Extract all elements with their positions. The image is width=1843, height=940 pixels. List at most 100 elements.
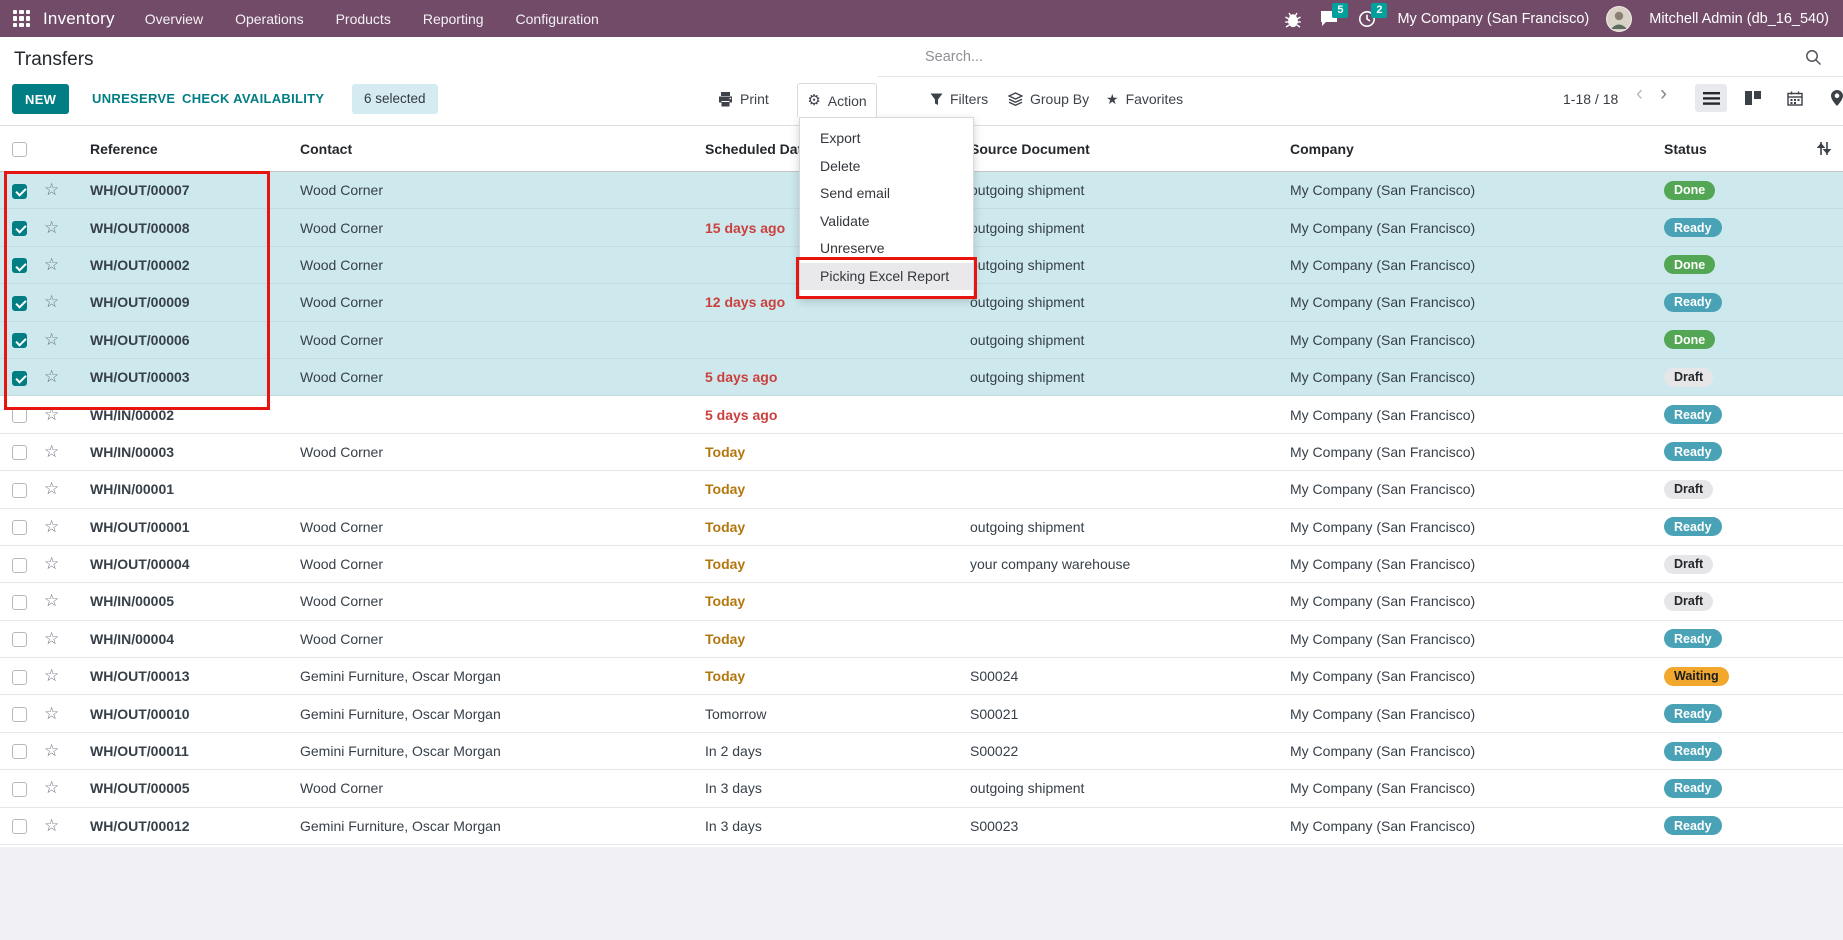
- check-availability-button[interactable]: CHECK AVAILABILITY: [182, 84, 324, 114]
- action-menu-item-delete[interactable]: Delete: [800, 153, 973, 181]
- column-header-source-document[interactable]: Source Document: [965, 126, 1285, 172]
- avatar[interactable]: [1606, 6, 1632, 32]
- app-name[interactable]: Inventory: [43, 9, 115, 29]
- status-badge: Ready: [1664, 704, 1722, 723]
- nav-item-operations[interactable]: Operations: [235, 11, 303, 27]
- row-checkbox[interactable]: [12, 445, 27, 460]
- row-checkbox[interactable]: [12, 595, 27, 610]
- column-header-company[interactable]: Company: [1285, 126, 1655, 172]
- star-icon[interactable]: ☆: [44, 218, 59, 237]
- search-bar[interactable]: Search...: [878, 40, 1843, 77]
- table-row[interactable]: ☆ WH/OUT/00010 Gemini Furniture, Oscar M…: [0, 695, 1843, 732]
- nav-item-configuration[interactable]: Configuration: [516, 11, 599, 27]
- star-icon[interactable]: ☆: [44, 554, 59, 573]
- table-row[interactable]: ☆ WH/OUT/00012 Gemini Furniture, Oscar M…: [0, 807, 1843, 844]
- group-by-button[interactable]: Group By: [1008, 84, 1089, 114]
- column-header-status[interactable]: Status: [1655, 126, 1805, 172]
- row-checkbox[interactable]: [12, 296, 27, 311]
- calendar-view-icon[interactable]: [1779, 84, 1811, 112]
- star-icon[interactable]: ☆: [44, 367, 59, 386]
- row-checkbox[interactable]: [12, 333, 27, 348]
- table-row[interactable]: ☆ WH/OUT/00005 Wood Corner In 3 days out…: [0, 770, 1843, 807]
- search-input[interactable]: Search...: [925, 49, 983, 65]
- map-view-icon[interactable]: [1821, 84, 1843, 112]
- row-checkbox[interactable]: [12, 670, 27, 685]
- row-checkbox[interactable]: [12, 707, 27, 722]
- star-icon[interactable]: ☆: [44, 330, 59, 349]
- star-icon[interactable]: ☆: [44, 517, 59, 536]
- status-badge: Ready: [1664, 218, 1722, 237]
- row-checkbox[interactable]: [12, 558, 27, 573]
- star-icon[interactable]: ☆: [44, 704, 59, 723]
- row-reference: WH/OUT/00005: [78, 770, 300, 807]
- activities-icon[interactable]: 2: [1358, 9, 1380, 29]
- nav-item-overview[interactable]: Overview: [145, 11, 203, 27]
- row-checkbox[interactable]: [12, 632, 27, 647]
- table-row[interactable]: ☆ WH/OUT/00001 Wood Corner Today outgoin…: [0, 508, 1843, 545]
- column-header-reference[interactable]: Reference: [78, 126, 300, 172]
- table-row[interactable]: ☆ WH/OUT/00003 Wood Corner 5 days ago ou…: [0, 358, 1843, 395]
- messages-icon[interactable]: 5: [1319, 9, 1341, 29]
- optional-columns-icon[interactable]: [1805, 141, 1843, 156]
- filters-button[interactable]: Filters: [930, 84, 988, 114]
- action-button[interactable]: ⚙ Action: [797, 83, 877, 117]
- action-menu-item-export[interactable]: Export: [800, 125, 973, 153]
- row-checkbox[interactable]: [12, 819, 27, 834]
- star-icon[interactable]: ☆: [44, 479, 59, 498]
- select-all-checkbox[interactable]: [12, 142, 27, 157]
- row-checkbox[interactable]: [12, 744, 27, 759]
- nav-item-reporting[interactable]: Reporting: [423, 11, 484, 27]
- pager-previous-icon[interactable]: ‹: [1636, 82, 1643, 106]
- apps-menu-icon[interactable]: [13, 10, 30, 27]
- star-icon[interactable]: ☆: [44, 816, 59, 835]
- row-checkbox[interactable]: [12, 520, 27, 535]
- favorites-button[interactable]: ★ Favorites: [1106, 84, 1183, 114]
- star-icon[interactable]: ☆: [44, 292, 59, 311]
- row-checkbox[interactable]: [12, 483, 27, 498]
- company-switcher[interactable]: My Company (San Francisco): [1397, 11, 1589, 27]
- star-icon[interactable]: ☆: [44, 741, 59, 760]
- table-row[interactable]: ☆ WH/IN/00001 Today My Company (San Fran…: [0, 471, 1843, 508]
- table-row[interactable]: ☆ WH/IN/00003 Wood Corner Today My Compa…: [0, 433, 1843, 470]
- search-icon[interactable]: [1805, 49, 1822, 66]
- table-row[interactable]: ☆ WH/OUT/00013 Gemini Furniture, Oscar M…: [0, 658, 1843, 695]
- row-company: My Company (San Francisco): [1285, 209, 1655, 246]
- row-scheduled-date: Tomorrow: [705, 706, 766, 722]
- star-icon[interactable]: ☆: [44, 442, 59, 461]
- table-row[interactable]: ☆ WH/OUT/00011 Gemini Furniture, Oscar M…: [0, 732, 1843, 769]
- action-menu-item-unreserve[interactable]: Unreserve: [800, 235, 973, 263]
- row-checkbox[interactable]: [12, 371, 27, 386]
- star-icon[interactable]: ☆: [44, 405, 59, 424]
- star-icon[interactable]: ☆: [44, 629, 59, 648]
- row-checkbox[interactable]: [12, 258, 27, 273]
- table-row[interactable]: ☆ WH/IN/00005 Wood Corner Today My Compa…: [0, 583, 1843, 620]
- row-checkbox[interactable]: [12, 782, 27, 797]
- action-menu-item-picking-excel-report[interactable]: Picking Excel Report: [800, 263, 973, 291]
- row-checkbox[interactable]: [12, 408, 27, 423]
- user-menu[interactable]: Mitchell Admin (db_16_540): [1649, 11, 1829, 27]
- star-icon[interactable]: ☆: [44, 666, 59, 685]
- star-icon[interactable]: ☆: [44, 255, 59, 274]
- star-icon[interactable]: ☆: [44, 778, 59, 797]
- nav-item-products[interactable]: Products: [336, 11, 391, 27]
- row-checkbox[interactable]: [12, 184, 27, 199]
- star-icon[interactable]: ☆: [44, 180, 59, 199]
- debug-bug-icon[interactable]: [1284, 9, 1302, 29]
- print-button[interactable]: Print: [718, 84, 769, 114]
- list-view-icon[interactable]: [1695, 84, 1727, 112]
- table-row[interactable]: ☆ WH/IN/00004 Wood Corner Today My Compa…: [0, 620, 1843, 657]
- row-checkbox[interactable]: [12, 221, 27, 236]
- table-row[interactable]: ☆ WH/OUT/00004 Wood Corner Today your co…: [0, 545, 1843, 582]
- new-button[interactable]: NEW: [12, 84, 69, 114]
- action-menu-item-validate[interactable]: Validate: [800, 208, 973, 236]
- status-badge: Draft: [1664, 555, 1713, 574]
- column-header-contact[interactable]: Contact: [300, 126, 705, 172]
- action-menu-item-send-email[interactable]: Send email: [800, 180, 973, 208]
- star-icon[interactable]: ☆: [44, 591, 59, 610]
- table-row[interactable]: ☆ WH/OUT/00006 Wood Corner outgoing ship…: [0, 321, 1843, 358]
- unreserve-button[interactable]: UNRESERVE: [92, 84, 175, 114]
- pager-next-icon[interactable]: ›: [1660, 82, 1667, 106]
- status-badge: Draft: [1664, 480, 1713, 499]
- table-row[interactable]: ☆ WH/IN/00002 5 days ago My Company (San…: [0, 396, 1843, 433]
- kanban-view-icon[interactable]: [1737, 84, 1769, 112]
